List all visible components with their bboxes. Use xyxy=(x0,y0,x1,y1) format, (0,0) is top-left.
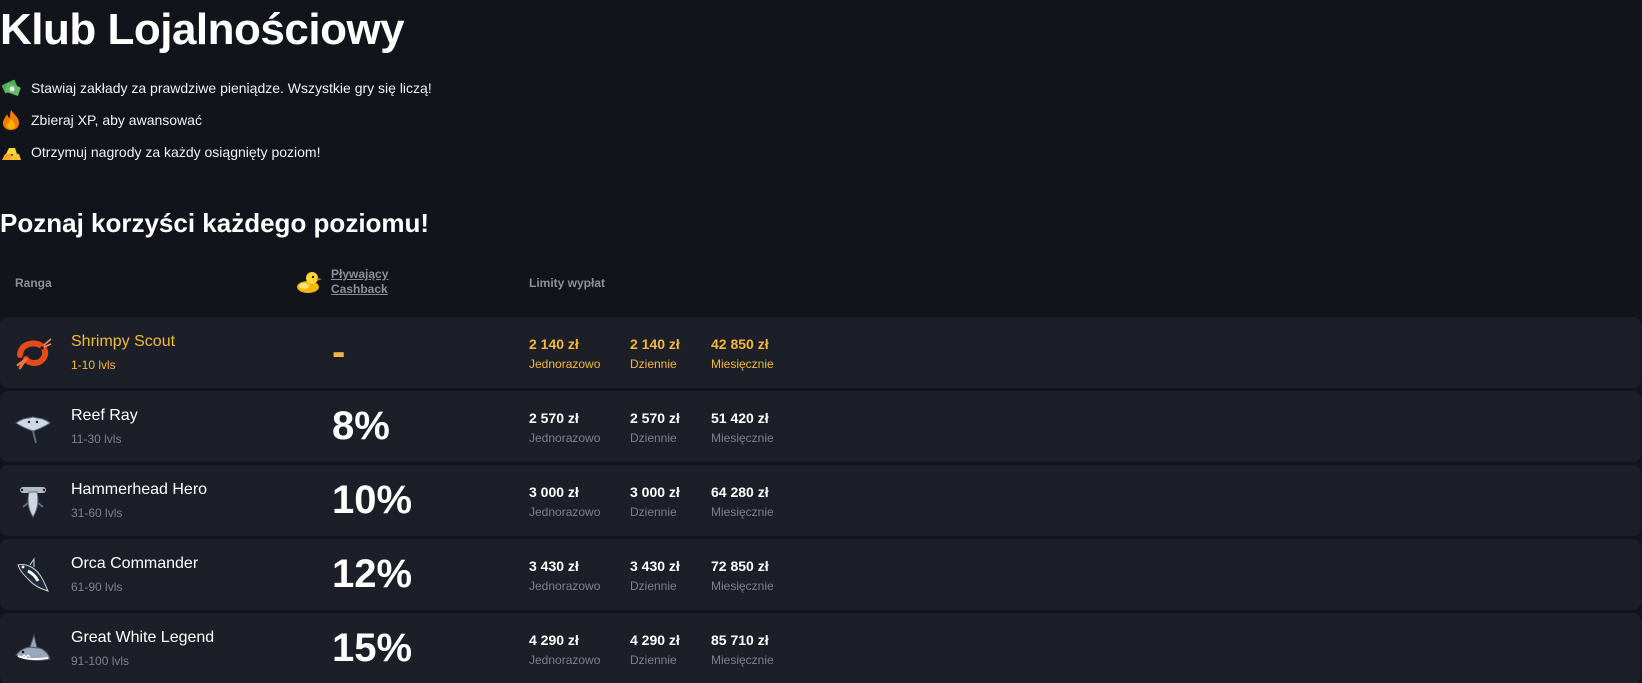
limit-amount: 4 290 zł xyxy=(630,632,680,648)
table-row: Hammerhead Hero 31-60 lvls 10% 3 000 zł … xyxy=(0,465,1641,536)
limit-single: 3 430 zł Jednorazowo xyxy=(529,557,600,593)
limit-amount: 2 140 zł xyxy=(529,336,579,352)
limit-amount: 3 430 zł xyxy=(529,558,579,574)
column-header-rank: Ranga xyxy=(15,276,52,290)
limit-daily: 3 000 zł Dziennie xyxy=(630,483,680,519)
cashback-value: 8% xyxy=(332,404,390,448)
limit-period: Dziennie xyxy=(630,653,677,667)
limit-daily: 3 430 zł Dziennie xyxy=(630,557,680,593)
limit-monthly: 72 850 zł Miesięcznie xyxy=(711,557,774,593)
limit-period: Miesięcznie xyxy=(711,431,774,445)
cashback-value: - xyxy=(332,330,346,374)
limit-period: Dziennie xyxy=(630,357,677,371)
benefit-text: Zbieraj XP, aby awansować xyxy=(31,112,202,128)
rank-levels: 31-60 lvls xyxy=(71,506,123,520)
limit-period: Miesięcznie xyxy=(711,357,774,371)
limit-amount: 2 140 zł xyxy=(630,336,680,352)
orca-icon xyxy=(14,557,52,593)
limit-daily: 2 140 zł Dziennie xyxy=(630,335,680,371)
cashback-header-line2[interactable]: Cashback xyxy=(331,282,388,296)
limit-amount: 2 570 zł xyxy=(630,410,680,426)
gold-bars-icon xyxy=(0,141,22,163)
cashback-header-line1[interactable]: Pływający xyxy=(331,267,388,281)
page-title: Klub Lojalnościowy xyxy=(0,5,405,54)
limit-daily: 4 290 zł Dziennie xyxy=(630,631,680,667)
table-row: Shrimpy Scout 1-10 lvls - 2 140 zł Jedno… xyxy=(0,317,1641,388)
limit-amount: 72 850 zł xyxy=(711,558,769,574)
limit-period: Dziennie xyxy=(630,579,677,593)
column-header-cashback[interactable]: Pływający Cashback xyxy=(295,267,388,297)
limit-period: Dziennie xyxy=(630,431,677,445)
ray-icon xyxy=(14,409,52,445)
rank-levels: 11-30 lvls xyxy=(71,432,122,446)
limit-amount: 2 570 zł xyxy=(529,410,579,426)
benefit-item: Otrzymuj nagrody za każdy osiągnięty poz… xyxy=(0,136,432,168)
limit-period: Jednorazowo xyxy=(529,357,601,371)
cashback-header-label[interactable]: Pływający Cashback xyxy=(331,267,388,297)
limit-single: 2 570 zł Jednorazowo xyxy=(529,409,600,445)
limit-amount: 85 710 zł xyxy=(711,632,769,648)
rank-name: Orca Commander xyxy=(71,555,199,572)
benefit-text: Otrzymuj nagrody za każdy osiągnięty poz… xyxy=(31,144,321,160)
limit-single: 3 000 zł Jednorazowo xyxy=(529,483,600,519)
rank-name: Great White Legend xyxy=(71,629,215,646)
limit-single: 2 140 zł Jednorazowo xyxy=(529,335,600,371)
money-icon xyxy=(0,77,22,99)
shrimp-icon xyxy=(14,335,52,371)
limit-period: Miesięcznie xyxy=(711,579,774,593)
limit-amount: 3 430 zł xyxy=(630,558,680,574)
rank-name: Hammerhead Hero xyxy=(71,481,208,498)
rank-name: Shrimpy Scout xyxy=(71,333,176,350)
rank-table: Shrimpy Scout 1-10 lvls - 2 140 zł Jedno… xyxy=(0,317,1642,683)
rubber-duck-icon xyxy=(295,268,323,296)
table-row: Reef Ray 11-30 lvls 8% 2 570 zł Jednoraz… xyxy=(0,391,1641,462)
benefits-list: Stawiaj zakłady za prawdziwe pieniądze. … xyxy=(0,72,432,168)
limit-monthly: 51 420 zł Miesięcznie xyxy=(711,409,774,445)
limit-period: Jednorazowo xyxy=(529,505,601,519)
limit-daily: 2 570 zł Dziennie xyxy=(630,409,680,445)
limit-amount: 64 280 zł xyxy=(711,484,769,500)
table-row: Great White Legend 91-100 lvls 15% 4 290… xyxy=(0,613,1641,683)
great-white-shark-icon xyxy=(14,631,52,667)
limit-period: Jednorazowo xyxy=(529,579,601,593)
column-header-limits: Limity wypłat xyxy=(529,276,606,290)
rank-name: Reef Ray xyxy=(71,407,138,424)
benefit-item: Stawiaj zakłady za prawdziwe pieniądze. … xyxy=(0,72,432,104)
limit-monthly: 85 710 zł Miesięcznie xyxy=(711,631,774,667)
limit-amount: 3 000 zł xyxy=(529,484,579,500)
rank-levels: 1-10 lvls xyxy=(71,358,116,372)
limit-single: 4 290 zł Jednorazowo xyxy=(529,631,600,667)
cashback-value: 12% xyxy=(332,552,413,596)
cashback-value: 10% xyxy=(332,478,413,522)
limit-period: Dziennie xyxy=(630,505,677,519)
table-header: Ranga Pływający Cashback Limity wypłat xyxy=(0,262,1642,306)
limit-period: Miesięcznie xyxy=(711,505,774,519)
fire-icon xyxy=(0,109,22,131)
limit-amount: 42 850 zł xyxy=(711,336,769,352)
benefit-item: Zbieraj XP, aby awansować xyxy=(0,104,432,136)
limit-amount: 3 000 zł xyxy=(630,484,680,500)
limit-period: Jednorazowo xyxy=(529,653,601,667)
rank-levels: 91-100 lvls xyxy=(71,654,130,668)
rank-levels: 61-90 lvls xyxy=(71,580,123,594)
benefit-text: Stawiaj zakłady za prawdziwe pieniądze. … xyxy=(31,80,432,96)
limit-monthly: 42 850 zł Miesięcznie xyxy=(711,335,774,371)
limit-monthly: 64 280 zł Miesięcznie xyxy=(711,483,774,519)
hammerhead-icon xyxy=(14,483,52,519)
limit-amount: 51 420 zł xyxy=(711,410,769,426)
table-row: Orca Commander 61-90 lvls 12% 3 430 zł J… xyxy=(0,539,1641,610)
limit-period: Jednorazowo xyxy=(529,431,601,445)
limit-period: Miesięcznie xyxy=(711,653,774,667)
section-title: Poznaj korzyści każdego poziomu! xyxy=(0,208,430,238)
limit-amount: 4 290 zł xyxy=(529,632,579,648)
cashback-value: 15% xyxy=(332,626,413,670)
